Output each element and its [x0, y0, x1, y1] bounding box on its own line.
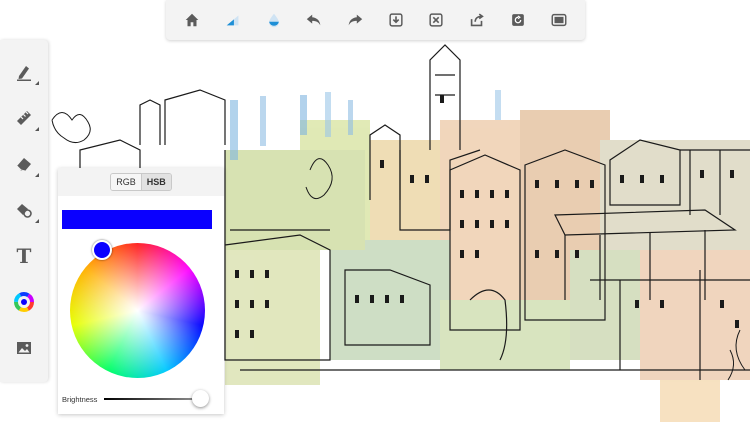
image-layer-button[interactable]: [6, 330, 42, 366]
text-tool-button[interactable]: T: [6, 238, 42, 274]
shape-fill-icon: [17, 204, 32, 218]
brush-size-button[interactable]: [218, 5, 248, 35]
share-icon: [470, 13, 484, 27]
home-button[interactable]: [177, 5, 207, 35]
current-color-swatch: [62, 210, 212, 229]
color-tool-button[interactable]: [6, 284, 42, 320]
share-button[interactable]: [462, 5, 492, 35]
pen-tool-button[interactable]: [6, 54, 42, 90]
opacity-drop-icon: [268, 13, 279, 28]
ruler-tool-button[interactable]: [6, 100, 42, 136]
shape-fill-tool-button[interactable]: [6, 192, 42, 228]
pen-icon: [17, 66, 31, 81]
eraser-icon: [16, 158, 31, 172]
color-wheel-handle[interactable]: [92, 240, 112, 260]
fullscreen-icon: [551, 13, 567, 27]
brightness-slider[interactable]: [104, 398, 204, 400]
image-layer-icon: [17, 342, 31, 354]
color-mode-tabs: RGB HSB: [58, 168, 224, 196]
top-toolbar: [166, 0, 585, 40]
undo-button[interactable]: [299, 5, 329, 35]
tab-rgb[interactable]: RGB: [111, 174, 141, 190]
home-icon: [186, 13, 199, 27]
watercolor-wash: [225, 110, 750, 422]
hue-saturation-wheel[interactable]: [70, 243, 205, 378]
tool-options-indicator: [35, 81, 39, 85]
eraser-tool-button[interactable]: [6, 146, 42, 182]
undo-icon: [307, 14, 321, 26]
clear-icon: [429, 13, 444, 27]
rotate-button[interactable]: [503, 5, 533, 35]
opacity-button[interactable]: [259, 5, 289, 35]
redo-icon: [348, 14, 363, 26]
download-icon: [389, 13, 403, 27]
tool-options-indicator: [35, 173, 39, 177]
clear-button[interactable]: [421, 5, 451, 35]
color-wheel-icon: [14, 292, 34, 312]
ruler-icon: [17, 111, 31, 125]
tab-hsb[interactable]: HSB: [140, 174, 171, 190]
fullscreen-button[interactable]: [544, 5, 574, 35]
text-icon: T: [16, 244, 32, 268]
tool-options-indicator: [35, 219, 39, 223]
left-toolbar: T: [0, 40, 48, 382]
tool-options-indicator: [35, 127, 39, 131]
rotate-icon: [511, 14, 524, 26]
brightness-label: Brightness: [62, 395, 98, 404]
download-button[interactable]: [381, 5, 411, 35]
brush-size-icon: [226, 15, 239, 26]
color-mode-segmented-control: RGB HSB: [110, 173, 172, 191]
brightness-slider-thumb[interactable]: [191, 390, 209, 407]
redo-button[interactable]: [340, 5, 370, 35]
color-picker-panel: RGB HSB Brightness: [58, 168, 224, 414]
